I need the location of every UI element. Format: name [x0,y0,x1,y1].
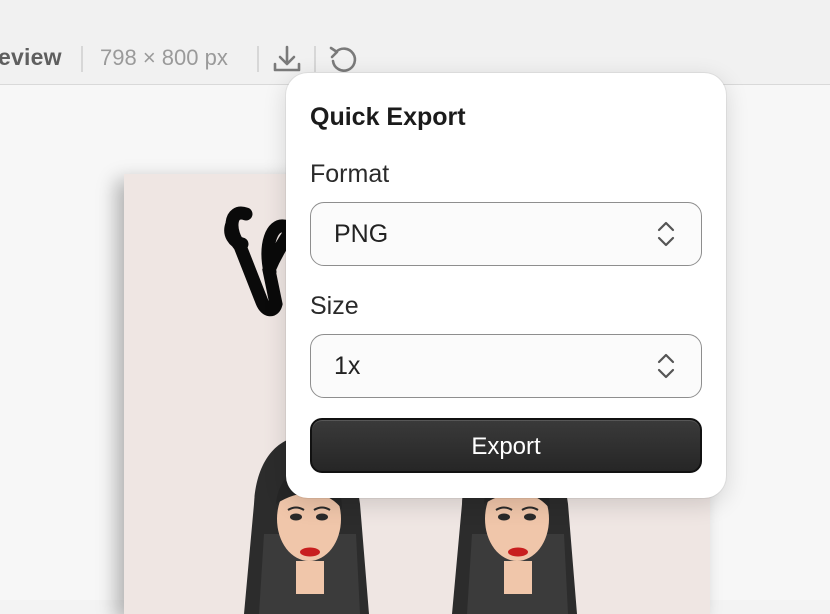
image-dimensions: 798 × 800 px [100,45,228,70]
format-select[interactable]: PNG [310,202,702,266]
chevron-updown-icon [655,351,677,381]
script-lettering [224,206,297,317]
popover-title: Quick Export [310,103,466,131]
export-button[interactable]: Export [310,418,702,473]
format-value: PNG [334,220,389,248]
preview-tab-label[interactable]: eview [0,44,62,71]
download-icon[interactable] [270,42,304,76]
size-label: Size [310,292,359,320]
size-value: 1x [334,352,361,380]
size-select[interactable]: 1x [310,334,702,398]
chevron-updown-icon [655,219,677,249]
refresh-icon[interactable] [327,42,361,76]
toolbar-divider [257,46,259,72]
quick-export-popover: Quick Export Format PNG Size 1x Export [286,73,726,498]
toolbar-divider [314,46,316,72]
toolbar-divider [81,46,83,72]
format-label: Format [310,160,390,188]
